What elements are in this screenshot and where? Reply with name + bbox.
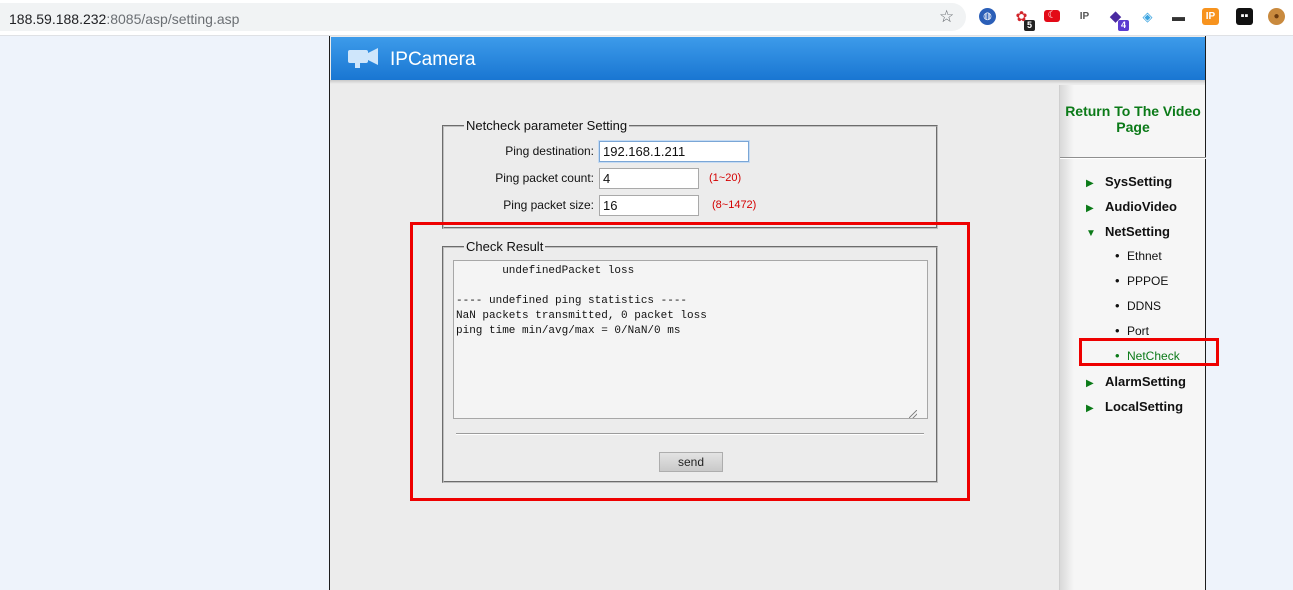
bullet-icon: • bbox=[1115, 248, 1120, 263]
ping-size-input[interactable]: 16 bbox=[599, 195, 699, 216]
sidebar-item-label: AlarmSetting bbox=[1105, 374, 1186, 389]
ping-destination-label: Ping destination: bbox=[505, 144, 594, 158]
subitem-ddns[interactable]: • DDNS bbox=[1115, 299, 1161, 313]
ping-count-label: Ping packet count: bbox=[495, 171, 594, 185]
sidebar-item-label: AudioVideo bbox=[1105, 199, 1177, 214]
flag-icon[interactable]: ☾ bbox=[1044, 10, 1060, 22]
extension-badge: 5 bbox=[1024, 20, 1035, 31]
subitem-label: DDNS bbox=[1127, 299, 1162, 313]
cookie-icon[interactable]: ● bbox=[1268, 8, 1285, 25]
ip-search-icon[interactable]: IP bbox=[1076, 8, 1093, 25]
ping-count-range: (1~20) bbox=[709, 172, 742, 184]
bullet-icon: • bbox=[1115, 298, 1120, 313]
cube-icon[interactable]: ◆ 4 bbox=[1107, 8, 1129, 31]
sidebar-item-syssetting[interactable]: ▶ SysSetting bbox=[1086, 174, 1172, 189]
url-path: :8085/asp/setting.asp bbox=[106, 11, 240, 27]
extension-badge: 4 bbox=[1118, 20, 1129, 31]
ping-size-label: Ping packet size: bbox=[503, 198, 594, 212]
ping-count-input[interactable]: 4 bbox=[599, 168, 699, 189]
netcheck-parameter-fieldset: Netcheck parameter Setting Ping destinat… bbox=[442, 118, 938, 229]
url-host: 188.59.188.232 bbox=[9, 11, 107, 27]
subitem-label: PPPOE bbox=[1127, 274, 1169, 288]
netcheck-legend: Netcheck parameter Setting bbox=[464, 118, 630, 134]
globe-icon[interactable]: ◍ bbox=[979, 8, 996, 25]
sidebar-divider bbox=[1060, 157, 1206, 159]
browser-toolbar: 188.59.188.232:8085/asp/setting.asp ☆ ◍ … bbox=[0, 0, 1293, 36]
subitem-port[interactable]: • Port bbox=[1115, 324, 1149, 338]
camera-icon bbox=[348, 48, 378, 68]
ring-icon[interactable]: ◈ bbox=[1139, 8, 1156, 25]
puzzle-icon[interactable]: ✿ 5 bbox=[1013, 8, 1035, 31]
sidebar-item-netsetting[interactable]: ▼ NetSetting bbox=[1086, 224, 1170, 239]
collapse-arrow-icon: ▼ bbox=[1086, 228, 1096, 239]
sidebar-item-label: SysSetting bbox=[1105, 174, 1173, 189]
expand-arrow-icon: ▶ bbox=[1086, 403, 1094, 414]
sidebar-item-label: LocalSetting bbox=[1105, 399, 1184, 414]
mask-icon[interactable]: ▬ bbox=[1170, 8, 1187, 25]
address-bar[interactable]: 188.59.188.232:8085/asp/setting.asp ☆ bbox=[0, 3, 966, 31]
sidebar-item-alarmsetting[interactable]: ▶ AlarmSetting bbox=[1086, 374, 1186, 389]
expand-arrow-icon: ▶ bbox=[1086, 378, 1094, 389]
subitem-label: Ethnet bbox=[1127, 249, 1162, 263]
ping-size-range: (8~1472) bbox=[712, 199, 757, 211]
sidebar-item-localsetting[interactable]: ▶ LocalSetting bbox=[1086, 399, 1183, 414]
brand-title: IPCamera bbox=[390, 49, 476, 70]
ghost-icon[interactable]: ▪▪ bbox=[1236, 8, 1253, 25]
bookmark-star-icon[interactable]: ☆ bbox=[939, 8, 954, 25]
header-shadow bbox=[330, 80, 1205, 84]
sidebar-item-audiovideo[interactable]: ▶ AudioVideo bbox=[1086, 199, 1177, 214]
subitem-label: Port bbox=[1127, 324, 1150, 338]
netcheck-highlight bbox=[1079, 338, 1219, 366]
bullet-icon: • bbox=[1115, 323, 1120, 338]
return-to-video-link[interactable]: Return To The Video Page bbox=[1060, 103, 1206, 135]
check-result-highlight bbox=[410, 222, 970, 501]
ping-destination-input[interactable]: 192.168.1.211 bbox=[599, 141, 749, 162]
subitem-pppoe[interactable]: • PPPOE bbox=[1115, 274, 1168, 288]
sidebar-item-label: NetSetting bbox=[1105, 224, 1170, 239]
url-text[interactable]: 188.59.188.232:8085/asp/setting.asp bbox=[9, 11, 239, 27]
expand-arrow-icon: ▶ bbox=[1086, 178, 1094, 189]
bullet-icon: • bbox=[1115, 273, 1120, 288]
app-header: IPCamera bbox=[331, 37, 1205, 80]
expand-arrow-icon: ▶ bbox=[1086, 203, 1094, 214]
subitem-ethnet[interactable]: • Ethnet bbox=[1115, 249, 1162, 263]
ip-icon[interactable]: IP bbox=[1202, 8, 1219, 25]
